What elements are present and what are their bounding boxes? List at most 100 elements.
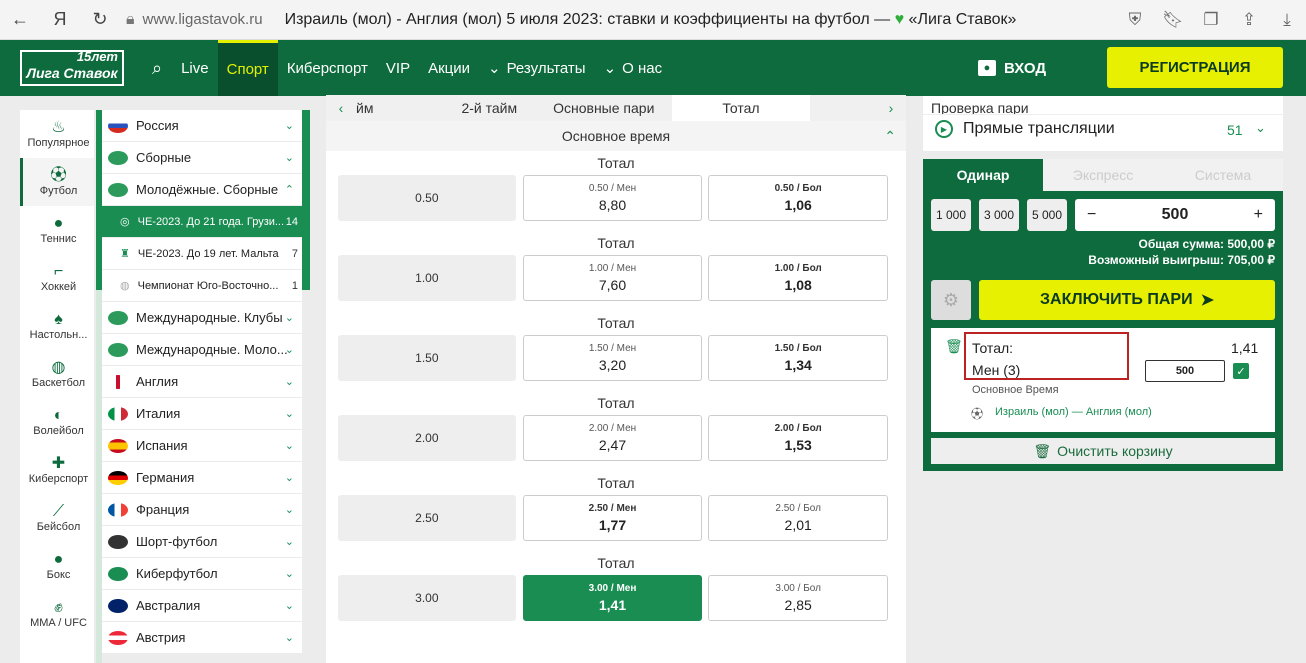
logo[interactable]: Лига Ставок 15лет xyxy=(20,49,124,86)
odd-under-button[interactable]: 2.00 / Мен 2,47 xyxy=(522,415,703,461)
coupon-odds: 1,41 xyxy=(1231,340,1259,356)
tab-first-half[interactable]: йм xyxy=(356,95,391,121)
search-icon[interactable]: ⌕ xyxy=(142,58,172,79)
tab-express[interactable]: Экспресс xyxy=(1043,159,1163,191)
category-youth-national[interactable]: Молодёжные. Сборные ⌃ xyxy=(102,174,302,205)
coupon-period: Основное Время xyxy=(972,384,1059,396)
plus-icon[interactable]: + xyxy=(1254,206,1263,224)
sport-table-tennis[interactable]: ♠ Настольн... xyxy=(20,302,94,350)
collections-icon[interactable]: ❐ xyxy=(1192,10,1230,30)
category-australia[interactable]: Австралия ⌄ xyxy=(102,590,302,621)
category-intl-clubs[interactable]: Международные. Клубы ⌄ xyxy=(102,302,302,333)
stake-amount[interactable]: 500 xyxy=(1162,206,1189,224)
register-button[interactable]: РЕГИСТРАЦИЯ xyxy=(1107,47,1283,88)
sport-boxing[interactable]: ● Бокс xyxy=(20,542,94,590)
protect-icon[interactable]: ⛨ xyxy=(1116,10,1154,30)
tab-total[interactable]: Тотал xyxy=(672,95,810,121)
share-icon[interactable]: ⇪ xyxy=(1230,10,1268,30)
odd-over-button[interactable]: 1.00 / Бол 1,08 xyxy=(708,255,889,301)
category-germany[interactable]: Германия ⌄ xyxy=(102,462,302,493)
bookmark-icon[interactable]: 🔖︎ xyxy=(1154,10,1192,30)
trash-icon[interactable]: 🗑︎ xyxy=(945,338,963,355)
sport-baseball[interactable]: ⟋ Бейсбол xyxy=(20,494,94,542)
tab-system[interactable]: Система xyxy=(1163,159,1283,191)
place-bet-button[interactable]: ЗАКЛЮЧИТЬ ПАРИ ➤ xyxy=(979,280,1275,320)
nav-results[interactable]: ⌄ Результаты xyxy=(479,40,595,96)
yandex-icon[interactable]: Я xyxy=(40,9,80,30)
clear-basket-button[interactable]: 🗑︎ Очистить корзину xyxy=(931,438,1275,464)
sport-mma[interactable]: ✊︎ MMA / UFC xyxy=(20,590,94,638)
coupon-stake-input[interactable]: 500 xyxy=(1145,360,1225,382)
chevron-down-icon[interactable]: ⌄ xyxy=(1255,120,1266,136)
tab-main-bets[interactable]: Основные пари xyxy=(535,95,672,121)
back-icon[interactable]: ← xyxy=(0,9,40,30)
sport-hockey[interactable]: ⌐ Хоккей xyxy=(20,254,94,302)
quick-stake-3000[interactable]: 3 000 xyxy=(979,199,1019,231)
category-intl-youth[interactable]: Международные. Моло... ⌄ xyxy=(102,334,302,365)
live-streams[interactable]: ▶ Прямые трансляции xyxy=(935,120,1115,138)
section-main-time[interactable]: Основное время ⌃ xyxy=(326,121,906,151)
odd-under-button[interactable]: 3.00 / Мен 1,41 xyxy=(522,575,703,621)
chevron-left-icon[interactable]: ‹ xyxy=(326,100,356,116)
tab-second-half[interactable]: 2-й тайм xyxy=(391,95,535,121)
tab-single[interactable]: Одинар xyxy=(923,159,1043,191)
settings-button[interactable]: ⚙ xyxy=(931,280,971,320)
category-england[interactable]: Англия ⌄ xyxy=(102,366,302,397)
bet-slip: Одинар Экспресс Система 1 000 3 000 5 00… xyxy=(923,159,1283,471)
odd-under-button[interactable]: 1.50 / Мен 3,20 xyxy=(522,335,703,381)
odd-over-button[interactable]: 0.50 / Бол 1,06 xyxy=(708,175,889,221)
football-icon: ⚽︎ xyxy=(971,407,984,421)
volleyball-icon: ◐ xyxy=(53,407,64,424)
sport-basketball[interactable]: ◍ Баскетбол xyxy=(20,350,94,398)
category-national[interactable]: Сборные ⌄ xyxy=(102,142,302,173)
chevron-down-icon: ⌄ xyxy=(284,312,294,324)
sport-volleyball[interactable]: ◐ Волейбол xyxy=(20,398,94,446)
quick-stake-1000[interactable]: 1 000 xyxy=(931,199,971,231)
nav-promos[interactable]: Акции xyxy=(419,40,479,96)
odd-over-button[interactable]: 3.00 / Бол 2,85 xyxy=(708,575,889,621)
sport-football[interactable]: ⚽︎ Футбол xyxy=(20,158,94,206)
category-austria[interactable]: Австрия ⌄ xyxy=(102,622,302,653)
coupon-outcome: Мен (3) xyxy=(972,362,1021,378)
sport-popular[interactable]: ♨ Популярное xyxy=(20,110,94,158)
total-line: 0.50 xyxy=(338,175,516,221)
odd-over-button[interactable]: 2.00 / Бол 1,53 xyxy=(708,415,889,461)
odd-under-button[interactable]: 1.00 / Мен 7,60 xyxy=(522,255,703,301)
nav-sport[interactable]: Спорт xyxy=(217,40,278,96)
category-russia[interactable]: Россия ⌄ xyxy=(102,110,302,141)
nav-cybersport[interactable]: Киберспорт xyxy=(278,40,377,96)
stake-stepper[interactable]: − 500 + xyxy=(1075,199,1275,231)
odd-under-button[interactable]: 2.50 / Мен 1,77 xyxy=(522,495,703,541)
subcategory-u21[interactable]: ◎ ЧЕ-2023. До 21 года. Грузи... 14 xyxy=(102,206,302,237)
download-icon[interactable]: ⤓ xyxy=(1268,10,1306,30)
checkbox-checked-icon[interactable]: ✓ xyxy=(1233,363,1249,379)
nav-vip[interactable]: VIP xyxy=(377,40,419,96)
category-italy[interactable]: Италия ⌄ xyxy=(102,398,302,429)
odd-value: 7,60 xyxy=(598,277,627,293)
odd-value: 1,41 xyxy=(598,597,627,613)
odd-under-button[interactable]: 0.50 / Мен 8,80 xyxy=(522,175,703,221)
nav-about[interactable]: ⌄ О нас xyxy=(595,40,672,96)
subcategory-southeast[interactable]: ◍ Чемпионат Юго-Восточно... 1 xyxy=(102,270,302,301)
coupon-match-link[interactable]: Израиль (мол) — Англия (мол) xyxy=(995,406,1152,418)
address-bar[interactable]: 🔒︎ www.ligastavok.ru xyxy=(126,11,263,29)
user-icon: ● xyxy=(978,60,996,76)
minus-icon[interactable]: − xyxy=(1087,206,1096,224)
odd-over-button[interactable]: 1.50 / Бол 1,34 xyxy=(708,335,889,381)
odd-over-button[interactable]: 2.50 / Бол 2,01 xyxy=(708,495,889,541)
quick-stake-5000[interactable]: 5 000 xyxy=(1027,199,1067,231)
subcategory-u19[interactable]: ♜ ЧЕ-2023. До 19 лет. Мальта 7 xyxy=(102,238,302,269)
category-spain[interactable]: Испания ⌄ xyxy=(102,430,302,461)
fire-icon: ♨ xyxy=(51,119,66,136)
reload-icon[interactable]: ↻ xyxy=(80,9,120,30)
category-scrollbar-thumb[interactable] xyxy=(302,110,310,290)
category-cyberfootball[interactable]: Киберфутбол ⌄ xyxy=(102,558,302,589)
sport-tennis[interactable]: ● Теннис xyxy=(20,206,94,254)
category-france[interactable]: Франция ⌄ xyxy=(102,494,302,525)
sport-cybersport[interactable]: ✚ Киберспорт xyxy=(20,446,94,494)
chevron-right-icon[interactable]: › xyxy=(876,100,906,116)
category-short-football[interactable]: Шорт-футбол ⌄ xyxy=(102,526,302,557)
login-button[interactable]: ● ВХОД xyxy=(978,40,1046,96)
nav-live[interactable]: Live xyxy=(172,40,218,96)
trophy-icon: ♜ xyxy=(120,248,130,260)
